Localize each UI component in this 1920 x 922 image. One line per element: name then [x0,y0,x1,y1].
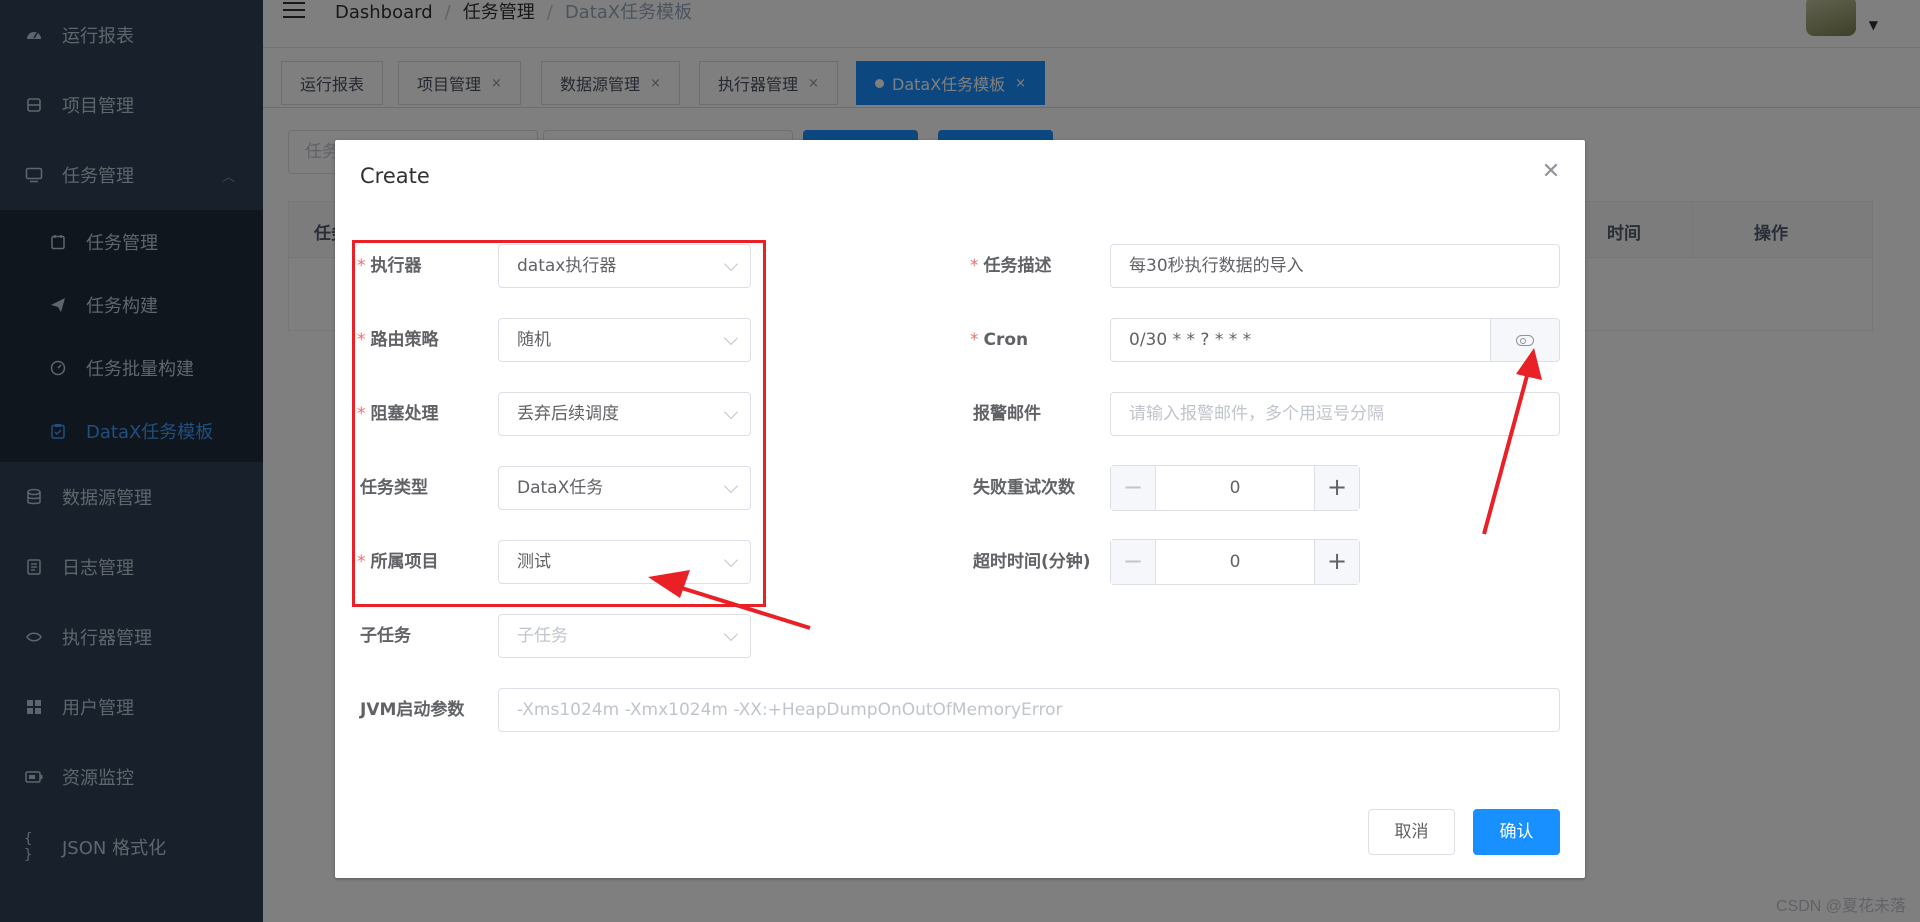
close-icon[interactable]: ✕ [1539,160,1563,184]
retry-count-value[interactable]: 0 [1156,466,1314,510]
cron-label: * Cron [970,330,1029,350]
timeout-label: 超时时间(分钟) [973,552,1091,572]
cron-builder-button[interactable] [1490,319,1559,361]
cancel-button[interactable]: 取消 [1368,809,1455,855]
task-desc-input[interactable]: 每30秒执行数据的导入 [1110,244,1560,288]
retry-count-label: 失败重试次数 [973,478,1075,498]
decrement-button[interactable]: − [1111,466,1156,510]
cron-input[interactable]: 0/30 * * ? * * * [1110,318,1560,362]
decrement-button[interactable]: − [1111,540,1156,584]
timeout-value[interactable]: 0 [1156,540,1314,584]
timeout-stepper: − 0 + [1110,539,1360,585]
subtask-select[interactable]: 子任务 [498,614,751,658]
confirm-button[interactable]: 确认 [1473,809,1560,855]
subtask-label: 子任务 [360,626,411,646]
chevron-down-icon [723,626,739,642]
toggle-icon [1516,334,1534,346]
alarm-email-input[interactable]: 请输入报警邮件，多个用逗号分隔 [1110,392,1560,436]
alarm-email-label: 报警邮件 [973,404,1041,424]
dialog-title: Create [360,164,430,188]
jvm-params-input[interactable]: -Xms1024m -Xmx1024m -XX:+HeapDumpOnOutOf… [498,688,1560,732]
retry-count-stepper: − 0 + [1110,465,1360,511]
task-desc-label: * 任务描述 [970,256,1052,276]
annotation-highlight-box [352,240,766,607]
increment-button[interactable]: + [1314,540,1359,584]
jvm-params-label: JVM启动参数 [360,700,465,720]
watermark: CSDN @夏花未落 [1775,898,1906,915]
increment-button[interactable]: + [1314,466,1359,510]
